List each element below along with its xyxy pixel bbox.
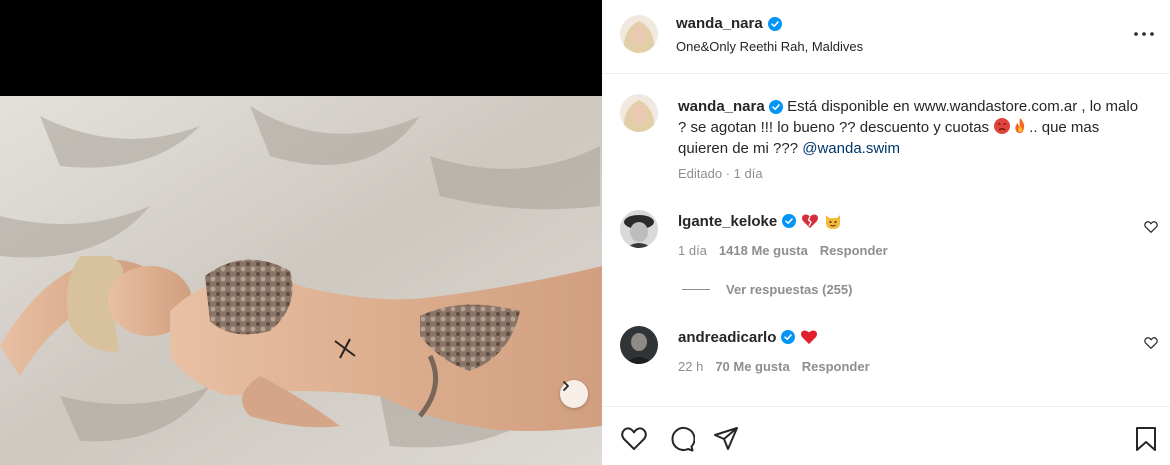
- post-details-panel: wanda_nara One&Only Reethi Rah, Maldives…: [602, 0, 1170, 465]
- comment-username-row: andreadicarlo: [678, 328, 818, 346]
- verified-badge-icon: [768, 100, 783, 115]
- author-avatar[interactable]: [620, 15, 658, 53]
- comment-avatar[interactable]: [620, 326, 658, 364]
- more-options-button[interactable]: [1132, 24, 1156, 44]
- cat-face-emoji-icon: [826, 215, 841, 229]
- comment-username[interactable]: andreadicarlo: [678, 329, 776, 346]
- beach-photo-illustration: [0, 96, 602, 465]
- save-bookmark-icon[interactable]: [1132, 425, 1160, 453]
- chevron-right-icon: [563, 381, 569, 391]
- caption-mention-link[interactable]: @wanda.swim: [802, 140, 900, 157]
- avatar-image: [620, 94, 658, 132]
- more-options-icon: [1134, 32, 1154, 36]
- view-replies-button[interactable]: Ver respuestas (255): [682, 282, 852, 297]
- broken-heart-emoji-icon: [802, 214, 819, 228]
- next-photo-button[interactable]: [560, 380, 588, 408]
- comment-time[interactable]: 1 día: [678, 243, 707, 258]
- comment-likes[interactable]: 1418 Me gusta: [719, 243, 808, 258]
- post-media: [0, 0, 602, 465]
- caption-meta: Editado · 1 día: [678, 166, 763, 181]
- verified-badge-icon: [781, 330, 796, 344]
- view-replies-label[interactable]: Ver respuestas (255): [726, 282, 852, 297]
- red-heart-emoji-icon: [801, 330, 818, 344]
- post-location[interactable]: One&Only Reethi Rah, Maldives: [676, 39, 863, 54]
- comment-icon[interactable]: [667, 425, 695, 453]
- post-photo[interactable]: [0, 96, 602, 465]
- comment-meta: 22 h 70 Me gusta Responder: [678, 359, 870, 374]
- angry-face-emoji-icon: [994, 118, 1011, 134]
- verified-badge-icon: [782, 214, 797, 228]
- caption-username[interactable]: wanda_nara: [678, 98, 765, 115]
- post-header: wanda_nara One&Only Reethi Rah, Maldives: [602, 0, 1170, 74]
- comment-username[interactable]: lgante_keloke: [678, 213, 777, 230]
- avatar-image: [620, 326, 658, 364]
- author-username-row[interactable]: wanda_nara: [676, 15, 782, 32]
- avatar-image: [620, 210, 658, 248]
- comment-likes[interactable]: 70 Me gusta: [715, 359, 789, 374]
- verified-badge-icon: [767, 16, 782, 31]
- share-paper-plane-icon[interactable]: [712, 425, 740, 453]
- post-caption: wanda_nara Está disponible en www.wandas…: [678, 96, 1148, 159]
- like-heart-icon[interactable]: [620, 425, 648, 453]
- replies-divider: [682, 289, 710, 290]
- comment-meta: 1 día 1418 Me gusta Responder: [678, 243, 888, 258]
- comment-avatar[interactable]: [620, 210, 658, 248]
- comment-username-row: lgante_keloke: [678, 212, 842, 230]
- author-username[interactable]: wanda_nara: [676, 15, 763, 32]
- avatar-image: [620, 15, 658, 53]
- comment-time[interactable]: 22 h: [678, 359, 703, 374]
- post-actions-bar: [602, 406, 1170, 465]
- fire-emoji-icon: [1015, 118, 1025, 133]
- comment-reply-button[interactable]: Responder: [820, 243, 888, 258]
- heart-icon[interactable]: [1144, 220, 1158, 234]
- caption-author-avatar[interactable]: [620, 94, 658, 132]
- heart-icon[interactable]: [1144, 336, 1158, 350]
- comment-reply-button[interactable]: Responder: [802, 359, 870, 374]
